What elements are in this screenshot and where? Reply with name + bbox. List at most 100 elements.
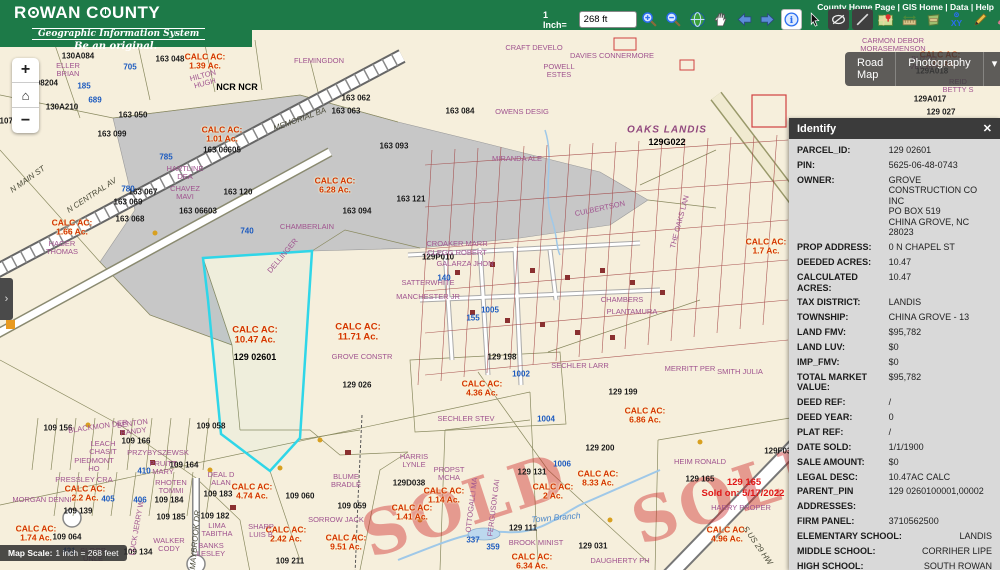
map-label: 163 06605 xyxy=(203,147,241,156)
map-label: 406 xyxy=(133,497,146,506)
zoom-out-map-button[interactable]: − xyxy=(12,108,39,133)
identify-row: SALE AMOUNT:$0 xyxy=(797,455,992,470)
map-label: CHAVEZ MAVI xyxy=(170,185,200,202)
map-label: 129G022 xyxy=(648,138,685,148)
road-map-button[interactable]: Road Map xyxy=(845,52,896,86)
map-label: CALC AC: 1.66 Ac. xyxy=(52,219,93,238)
map-label: LUCK JERRY W xyxy=(128,500,146,556)
map-label: DAVIES CONNERMORE xyxy=(570,52,654,60)
scale-input[interactable] xyxy=(579,11,637,28)
map-label: 155 xyxy=(466,315,479,324)
map-label: 129 200 xyxy=(586,445,615,454)
map-label: 109 058 xyxy=(197,423,226,432)
map-label: 109 060 xyxy=(286,493,315,502)
clear-selection-icon[interactable] xyxy=(828,9,849,30)
home-extent-button[interactable]: ⌂ xyxy=(12,83,39,108)
identify-panel: Identify ✕ PARCEL_ID:129 02601PIN:5625-0… xyxy=(789,118,1000,570)
map-label: 130A084 xyxy=(62,53,94,62)
identify-row: DATE SOLD:1/1/1900 xyxy=(797,440,992,455)
map-label: 109 211 xyxy=(276,558,304,567)
map-label: Sold on: 5/17/2022 xyxy=(702,489,785,499)
map-label: 129 111 xyxy=(509,525,537,534)
identify-row-value: 129 02601 xyxy=(889,145,992,156)
map-label: CLEGG ROBERT xyxy=(427,249,486,257)
map-label: LIMA TABITHA xyxy=(201,522,232,539)
close-icon[interactable]: ✕ xyxy=(983,122,992,135)
map-label: 1005 xyxy=(481,307,499,316)
map-label: CALC AC: 9.51 Ac. xyxy=(326,534,367,553)
zoom-in-map-button[interactable]: + xyxy=(12,58,39,83)
map-label: CRAFT DEVELO xyxy=(505,44,562,52)
back-arrow-icon[interactable] xyxy=(734,9,755,30)
map-label: CALC AC: 11.71 Ac. xyxy=(335,323,381,344)
map-label: DAUGHERTY PH xyxy=(590,557,649,565)
map-label: GALARZA JHON xyxy=(436,260,493,268)
map-label: CALC AC: 4.96 Ac. xyxy=(707,526,748,545)
full-extent-icon[interactable] xyxy=(687,9,708,30)
map-label: HARRIS LYNLE xyxy=(400,453,428,470)
logo-compass-icon xyxy=(100,7,111,18)
map-label: CALC AC: 1.41 Ac. xyxy=(392,504,433,523)
map-label: MAYBROOK DR xyxy=(189,510,203,570)
map-label: MIRANDA ALE xyxy=(492,155,542,163)
identify-row: TAX DISTRICT:LANDIS xyxy=(797,295,992,310)
identify-panel-header: Identify ✕ xyxy=(789,118,1000,139)
map-label: 129D038 xyxy=(393,480,425,489)
select-cursor-icon[interactable] xyxy=(805,9,826,30)
identify-row: DEED YEAR:0 xyxy=(797,410,992,425)
identify-row: PARCEL_ID:129 02601 xyxy=(797,143,992,158)
locate-map-icon[interactable] xyxy=(876,9,897,30)
identify-tool[interactable]: i xyxy=(781,9,802,30)
measure-line-icon[interactable] xyxy=(852,9,873,30)
map-label: 129 031 xyxy=(579,543,608,552)
identify-row-value: / xyxy=(889,397,992,408)
identify-row-value: 3710562500 xyxy=(889,516,992,527)
map-label: 109 059 xyxy=(338,503,367,512)
identify-panel-body: PARCEL_ID:129 02601PIN:5625-06-48-0743OW… xyxy=(789,139,1000,570)
identify-row-label: MIDDLE SCHOOL: xyxy=(797,546,880,557)
map-label: 129 027 xyxy=(927,109,956,118)
measure-area-icon[interactable] xyxy=(923,9,944,30)
map-label: HEIM RONALD xyxy=(674,458,726,466)
map-label: CALC AC: 1.74 Ac. xyxy=(16,525,57,544)
map-label: MERRITT PER xyxy=(665,365,716,373)
forward-arrow-icon[interactable] xyxy=(758,9,779,30)
map-label: 109 139 xyxy=(64,508,93,517)
measure-distance-icon[interactable] xyxy=(899,9,920,30)
map-label: BANKS LESLEY xyxy=(197,542,225,559)
map-label: CULBERTSON xyxy=(574,200,626,219)
identify-row-value: CORRIHER LIPE xyxy=(922,546,992,557)
zoom-out-tool[interactable] xyxy=(663,9,684,30)
map-label: CALC AC: 8.33 Ac. xyxy=(578,470,619,489)
map-label: OAKS LANDIS xyxy=(627,125,707,136)
map-label: 129 026 xyxy=(343,382,372,391)
map-label: CALC AC: 6.86 Ac. xyxy=(625,407,666,426)
zoom-in-tool[interactable] xyxy=(640,9,661,30)
map-scale-value: 1 inch = 268 feet xyxy=(55,548,118,558)
map-label: 1002 xyxy=(512,371,530,380)
identify-row: LAND FMV:$95,782 xyxy=(797,325,992,340)
pan-hand-icon[interactable] xyxy=(710,9,731,30)
draw-pencil-icon[interactable] xyxy=(970,9,991,30)
map-label: CALC AC: 6.34 Ac. xyxy=(512,553,553,570)
xy-coordinates-icon[interactable]: XY xyxy=(946,9,967,30)
map-label: 780 xyxy=(121,186,134,195)
map-label: CHAMBERS xyxy=(601,296,644,304)
map-label: 705 xyxy=(123,64,136,73)
sidebar-expander[interactable]: › xyxy=(0,278,13,320)
identify-row-value: $95,782 xyxy=(889,327,992,338)
map-label: CALC AC: 4.36 Ac. xyxy=(462,380,503,399)
photography-button[interactable]: Photography xyxy=(896,52,983,86)
identify-row: DEEDED ACRES:10.47 xyxy=(797,255,992,270)
identify-row: IMP_FMV:$0 xyxy=(797,355,992,370)
eraser-icon[interactable] xyxy=(994,9,1000,30)
map-label: BROOK MINIST xyxy=(509,539,564,547)
identify-row-label: ELEMENTARY SCHOOL: xyxy=(797,531,906,542)
basemap-dropdown-button[interactable]: ▾ xyxy=(984,52,1000,86)
map-label: 337 xyxy=(466,537,479,546)
map-label: FERGUSON GAI xyxy=(486,479,501,537)
identify-row-label: TOTAL MARKET VALUE: xyxy=(797,372,889,393)
map-label: 109 185 xyxy=(157,514,186,523)
map-label: SECHLER STEV xyxy=(437,415,494,423)
county-logo: RWAN CUNTY Geographic Information System… xyxy=(0,0,252,47)
